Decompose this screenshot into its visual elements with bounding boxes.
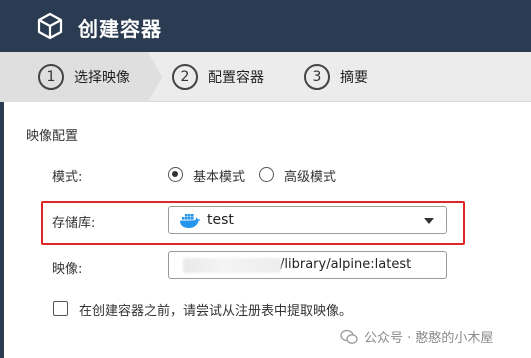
repository-label: 存储库: (52, 216, 96, 231)
image-label: 映像: (52, 262, 83, 277)
dialog-left-border (0, 102, 4, 358)
docker-icon (180, 214, 201, 228)
section-title: 映像配置 (26, 129, 79, 144)
step-label: 摘要 (340, 70, 368, 86)
dialog-title: 创建容器 (78, 17, 162, 41)
redacted-registry-host (183, 258, 281, 273)
wechat-icon (340, 329, 358, 344)
watermark: 公众号 · 憨憨的小木屋 (340, 327, 493, 346)
watermark-text: 公众号 · 憨憨的小木屋 (364, 331, 494, 346)
image-input-suffix: /library/alpine:latest (280, 257, 412, 272)
radio-advanced-mode[interactable] (259, 167, 274, 182)
cube-icon (37, 12, 63, 40)
step-configure-container[interactable]: 2 配置容器 (172, 52, 264, 102)
step-select-image[interactable]: 1 选择映像 (38, 52, 130, 102)
radio-basic-mode[interactable] (168, 167, 183, 182)
repository-select[interactable]: test (168, 206, 447, 234)
pull-image-checkbox-label[interactable]: 在创建容器之前，请尝试从注册表中提取映像。 (79, 300, 352, 319)
mode-label: 模式: (52, 170, 83, 185)
step-number: 1 (38, 64, 64, 90)
pull-image-checkbox[interactable] (53, 301, 68, 316)
radio-basic-mode-label[interactable]: 基本模式 (193, 166, 245, 185)
repository-select-value: test (207, 212, 234, 228)
step-number: 3 (304, 64, 330, 90)
caret-down-icon (424, 218, 434, 224)
step-number: 2 (172, 64, 198, 90)
image-input[interactable]: /library/alpine:latest (168, 251, 447, 279)
dialog-title-bar: 创建容器 (0, 0, 531, 52)
radio-advanced-mode-label[interactable]: 高级模式 (284, 166, 336, 185)
step-label: 配置容器 (208, 70, 264, 86)
step-label: 选择映像 (74, 70, 130, 86)
step-summary[interactable]: 3 摘要 (304, 52, 368, 102)
